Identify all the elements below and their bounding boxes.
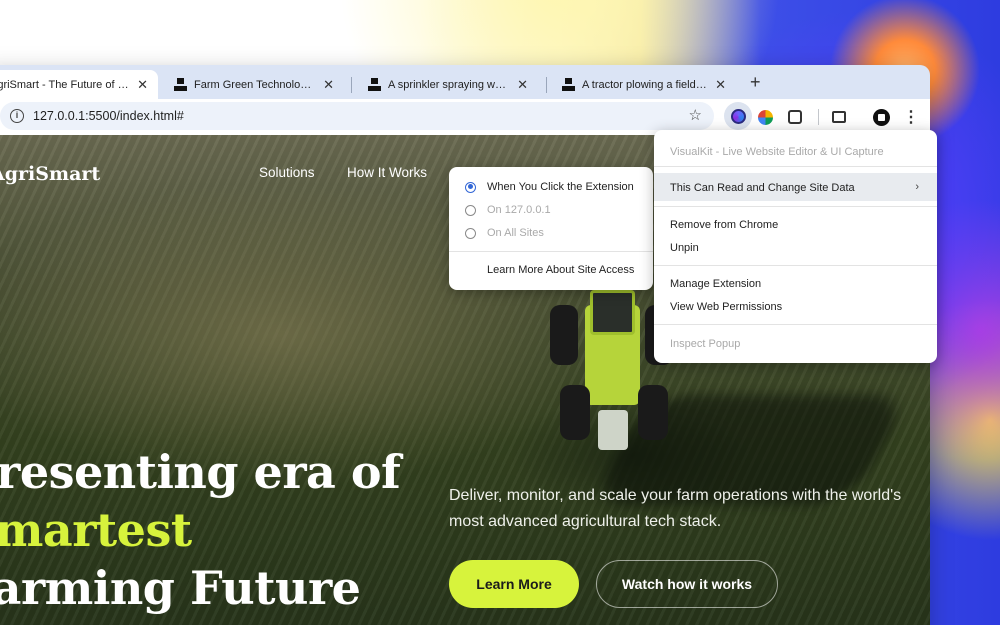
menu-divider — [654, 166, 937, 167]
profile-button[interactable] — [870, 106, 892, 128]
headline-line-2: Smartest — [0, 503, 192, 557]
kebab-menu-icon: ⋮ — [903, 109, 919, 126]
tab-title: A sprinkler spraying water on crops — [388, 78, 509, 91]
option-all-sites: On All Sites — [465, 227, 544, 239]
nav-how-it-works[interactable]: How It Works — [347, 165, 427, 180]
radio-icon — [465, 204, 476, 216]
tab-separator — [546, 77, 547, 93]
profile-avatar-icon — [872, 108, 890, 126]
puzzle-icon — [788, 110, 802, 124]
browser-menu-button[interactable]: ⋮ — [900, 106, 922, 128]
view-web-permissions-item[interactable]: View Web Permissions — [670, 301, 782, 313]
close-tab-icon[interactable]: ✕ — [323, 77, 334, 93]
tab-favicon-icon — [562, 78, 575, 91]
close-tab-icon[interactable]: ✕ — [517, 77, 528, 93]
tab-sprinkler[interactable]: A sprinkler spraying water on crops ✕ — [358, 70, 538, 99]
hero-subtitle: Deliver, monitor, and scale your farm op… — [449, 487, 902, 530]
unpin-item[interactable]: Unpin — [670, 242, 699, 254]
remove-from-chrome-item[interactable]: Remove from Chrome — [670, 219, 778, 231]
extension-name: VisualKit - Live Website Editor & UI Cap… — [670, 146, 884, 158]
radio-selected-icon[interactable] — [465, 181, 476, 193]
tab-title: AgriSmart - The Future of Smart Farming — [0, 78, 129, 91]
tab-favicon-icon — [368, 78, 381, 91]
site-data-item[interactable]: This Can Read and Change Site Data — [670, 182, 855, 194]
tab-favicon-icon — [174, 78, 187, 91]
menu-divider — [654, 206, 937, 207]
tab-strip: AgriSmart - The Future of Smart Farming … — [0, 65, 930, 99]
nav-solutions[interactable]: Solutions — [259, 165, 315, 180]
tab-agrismart[interactable]: AgriSmart - The Future of Smart Farming … — [0, 70, 158, 99]
menu-divider — [654, 324, 937, 325]
extension-context-menu: VisualKit - Live Website Editor & UI Cap… — [654, 130, 937, 363]
inspect-popup-item: Inspect Popup — [670, 338, 741, 350]
chevron-right-icon: › — [915, 181, 919, 193]
tab-search-icon — [832, 111, 846, 123]
bookmark-star-icon[interactable]: ☆ — [689, 106, 702, 124]
menu-divider — [654, 265, 937, 266]
tab-title: A tractor plowing a field at sunset — [582, 78, 708, 91]
address-bar[interactable]: i 127.0.0.1:5500/index.html# ☆ — [0, 102, 714, 130]
tab-search-button[interactable] — [828, 106, 850, 128]
menu-divider — [449, 251, 653, 252]
learn-site-access-link[interactable]: Learn More About Site Access — [487, 264, 634, 276]
option-label: On All Sites — [487, 227, 544, 239]
option-on-site: On 127.0.0.1 — [465, 204, 551, 216]
tab-farm-green[interactable]: Farm Green Technology Pictures ✕ — [164, 70, 344, 99]
option-when-click[interactable]: When You Click the Extension — [465, 181, 634, 193]
tab-title: Farm Green Technology Pictures — [194, 78, 315, 91]
url-text[interactable]: 127.0.0.1:5500/index.html# — [33, 109, 184, 123]
headline-line-3: Farming Future — [0, 561, 361, 615]
option-label: When You Click the Extension — [487, 181, 634, 193]
color-extension-icon — [757, 109, 773, 125]
new-tab-button[interactable]: + — [750, 72, 761, 93]
headline-line-1: Presenting era of — [0, 445, 401, 499]
tab-tractor[interactable]: A tractor plowing a field at sunset ✕ — [552, 70, 736, 99]
extensions-button[interactable] — [784, 106, 806, 128]
option-label: On 127.0.0.1 — [487, 204, 551, 216]
visualkit-extension-button[interactable] — [724, 102, 752, 130]
watch-how-it-works-button[interactable]: Watch how it works — [596, 560, 778, 608]
hero-headline: Presenting era of Smartest Farming Futur… — [0, 443, 401, 617]
learn-more-button[interactable]: Learn More — [449, 560, 579, 608]
toolbar-divider — [818, 109, 819, 125]
close-tab-icon[interactable]: ✕ — [715, 77, 726, 93]
visualkit-icon — [730, 108, 746, 124]
pinned-extension-button[interactable] — [754, 106, 776, 128]
site-logo[interactable]: AgriSmart — [0, 163, 100, 185]
manage-extension-item[interactable]: Manage Extension — [670, 278, 761, 290]
site-access-submenu: When You Click the Extension On 127.0.0.… — [449, 167, 653, 290]
radio-icon — [465, 227, 476, 239]
site-info-icon[interactable]: i — [10, 109, 24, 123]
tab-separator — [351, 77, 352, 93]
close-tab-icon[interactable]: ✕ — [137, 77, 148, 93]
